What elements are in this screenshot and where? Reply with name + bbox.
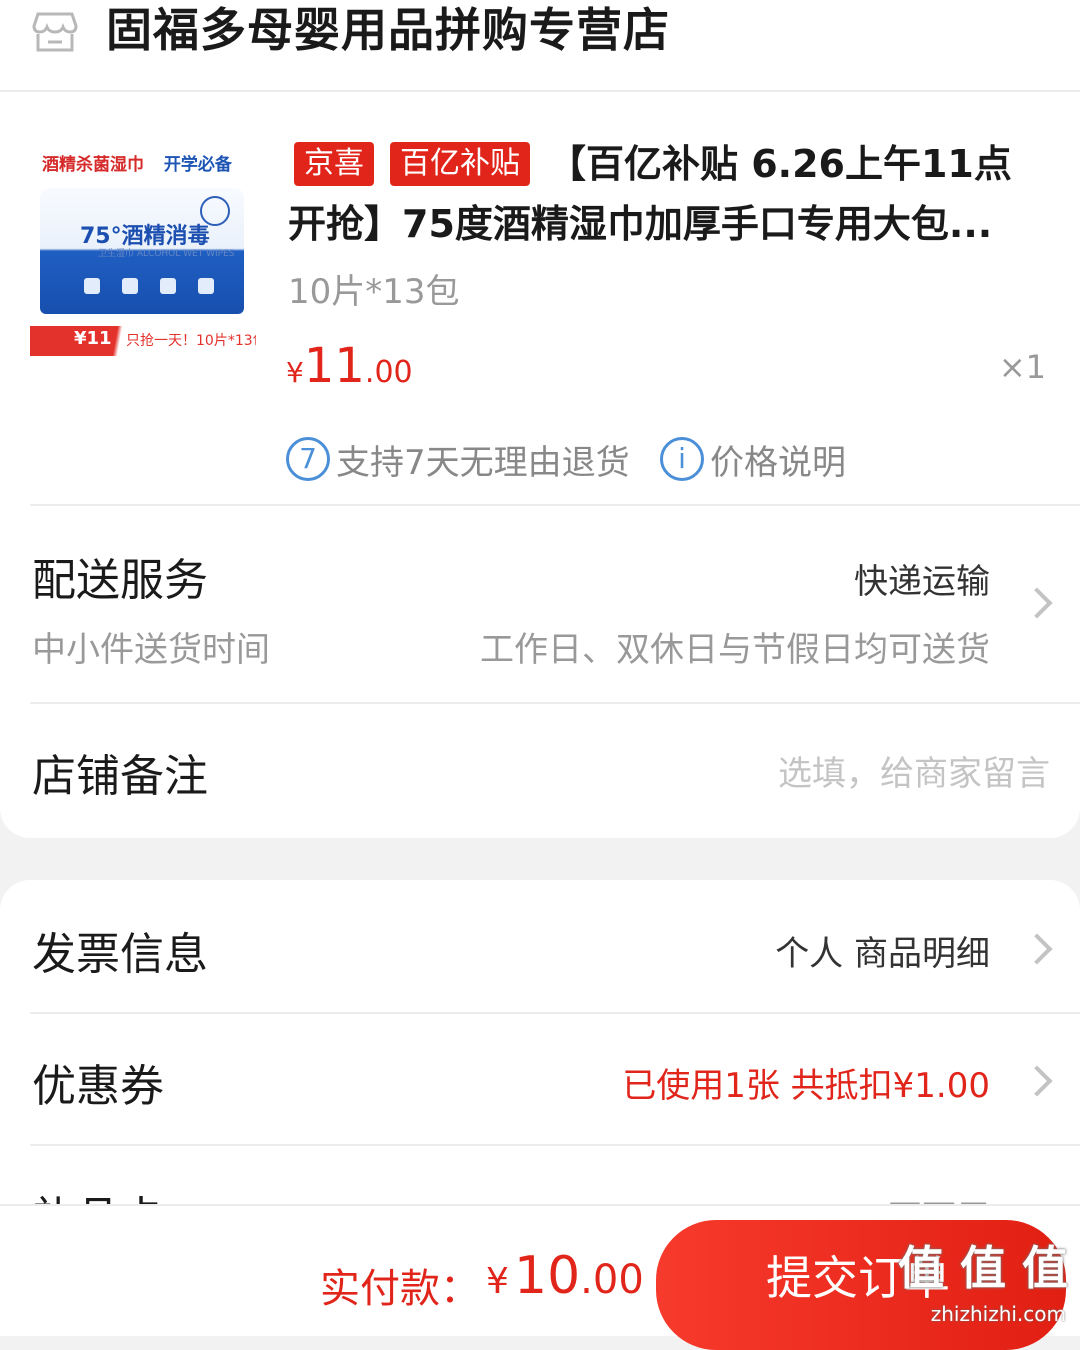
image-price-band: ¥11 只抢一天！10片*13包装 bbox=[30, 326, 256, 356]
product-title[interactable]: 【百亿补贴 6.26上午11点开抢】75度酒精湿巾加厚手口专用大包... bbox=[288, 134, 1048, 254]
pay-decimal: .00 bbox=[580, 1257, 644, 1303]
divider bbox=[30, 1144, 1080, 1146]
image-band-hint: 只抢一天！10片*13包装 bbox=[126, 333, 256, 349]
return-policy-label: 支持7天无理由退货 bbox=[336, 442, 630, 483]
price-integer: 11 bbox=[303, 338, 365, 394]
remark-input[interactable]: 选填，给商家留言 bbox=[778, 746, 1050, 795]
price-explanation[interactable]: i 价格说明 bbox=[660, 436, 846, 483]
package-subtitle: 卫生湿巾 ALCOHOL WET WIPES bbox=[98, 249, 235, 259]
invoice-title: 发票信息 bbox=[32, 929, 208, 980]
return-policy[interactable]: 7 支持7天无理由退货 bbox=[286, 436, 630, 483]
pay-amount: ¥ 10.00 bbox=[486, 1246, 644, 1306]
chevron-right-icon bbox=[1021, 1065, 1053, 1097]
image-top-text-left: 酒精杀菌湿巾 bbox=[42, 155, 144, 175]
product-price: ¥11.00 bbox=[286, 338, 413, 394]
product-spec: 10片*13包 bbox=[288, 272, 460, 312]
pay-label: 实付款： bbox=[320, 1266, 480, 1312]
product-quantity: ×1 bbox=[998, 348, 1046, 386]
store-name[interactable]: 固福多母婴用品拼购专营店 bbox=[106, 0, 670, 60]
watermark-url: zhizhizhi.com bbox=[930, 1302, 1066, 1326]
store-icon bbox=[32, 12, 78, 52]
pay-currency: ¥ bbox=[486, 1261, 509, 1302]
product-image[interactable]: 酒精杀菌湿巾 开学必备 75°酒精消毒 卫生湿巾 ALCOHOL WET WIP… bbox=[30, 130, 256, 366]
delivery-title: 配送服务 bbox=[32, 555, 208, 606]
store-header[interactable]: 固福多母婴用品拼购专营店 bbox=[0, 0, 1080, 92]
info-icon: i bbox=[660, 437, 704, 481]
invoice-value: 个人 商品明细 bbox=[775, 934, 990, 974]
price-explanation-label: 价格说明 bbox=[710, 442, 846, 483]
seven-day-return-icon: 7 bbox=[286, 437, 330, 481]
wipes-package: 75°酒精消毒 卫生湿巾 ALCOHOL WET WIPES bbox=[40, 188, 244, 314]
coupon-title: 优惠券 bbox=[32, 1061, 164, 1112]
chevron-right-icon bbox=[1021, 587, 1053, 619]
remark-title: 店铺备注 bbox=[32, 751, 208, 802]
image-top-text-right: 开学必备 bbox=[163, 155, 232, 175]
divider bbox=[30, 1012, 1080, 1014]
delivery-time-label: 中小件送货时间 bbox=[32, 630, 270, 670]
delivery-time-value: 工作日、双休日与节假日均可送货 bbox=[480, 630, 990, 670]
divider bbox=[30, 504, 1080, 506]
product-title-text: 【百亿补贴 6.26上午11点开抢】75度酒精湿巾加厚手口专用大包... bbox=[288, 142, 1012, 246]
price-decimal: .00 bbox=[364, 355, 413, 390]
order-card: 固福多母婴用品拼购专营店 酒精杀菌湿巾 开学必备 75°酒精消毒 卫生湿巾 AL… bbox=[0, 0, 1080, 838]
chevron-right-icon bbox=[1021, 933, 1053, 965]
delivery-method: 快递运输 bbox=[854, 562, 990, 602]
image-top-text: 酒精杀菌湿巾 开学必备 bbox=[42, 150, 232, 175]
package-icons bbox=[84, 278, 214, 298]
coupon-value: 已使用1张 共抵扣¥1.00 bbox=[622, 1066, 990, 1106]
watermark: 值 值 值 bbox=[897, 1241, 1068, 1295]
divider bbox=[30, 702, 1080, 704]
pay-integer: 10 bbox=[514, 1246, 581, 1306]
image-band-price: ¥11 bbox=[74, 328, 112, 349]
price-currency: ¥ bbox=[286, 356, 304, 389]
